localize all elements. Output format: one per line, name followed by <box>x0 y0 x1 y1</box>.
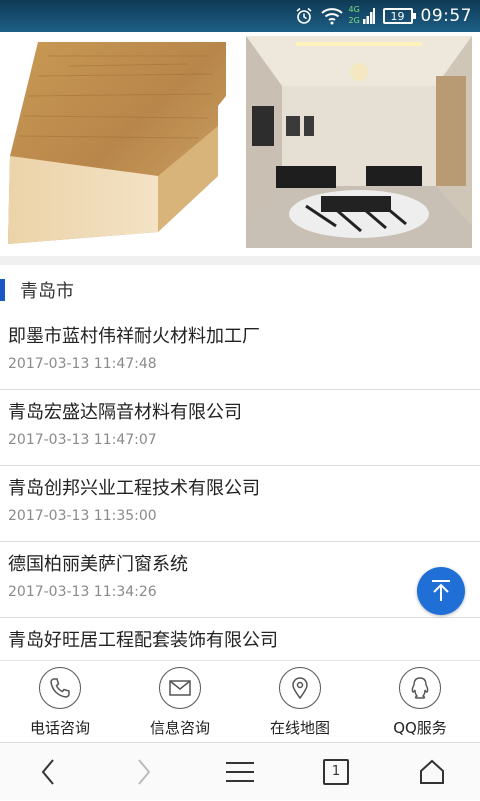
item-date: 2017-03-13 11:47:48 <box>8 356 157 372</box>
qq-service-label: QQ服务 <box>393 719 447 737</box>
message-consult-button[interactable]: 信息咨询 <box>120 661 240 742</box>
mail-icon <box>159 667 201 709</box>
back-icon <box>41 758 54 785</box>
qq-service-button[interactable]: QQ服务 <box>360 661 480 742</box>
tabs-icon: 1 <box>323 758 349 785</box>
wifi-icon <box>320 7 343 25</box>
status-bar: 4G 2G 19 09:57 <box>0 0 480 32</box>
online-map-button[interactable]: 在线地图 <box>240 661 360 742</box>
list-item[interactable]: 德国柏丽美萨门窗系统 2017-03-13 11:34:26 <box>0 542 480 618</box>
banner <box>0 32 480 256</box>
wood-molding-image[interactable] <box>8 36 236 248</box>
online-map-label: 在线地图 <box>269 719 330 737</box>
item-title[interactable]: 青岛好旺居工程配套装饰有限公司 <box>8 626 278 652</box>
back-to-top-button[interactable] <box>417 567 465 615</box>
back-button[interactable] <box>0 743 96 801</box>
living-room-image[interactable] <box>246 36 472 248</box>
item-title[interactable]: 青岛宏盛达隔音材料有限公司 <box>8 398 242 424</box>
item-date: 2017-03-13 11:47:07 <box>8 432 157 448</box>
menu-icon <box>226 761 254 782</box>
item-title[interactable]: 德国柏丽美萨门窗系统 <box>8 550 188 576</box>
network-label: 4G <box>348 5 360 14</box>
home-icon <box>420 759 444 784</box>
section-title: 青岛市 <box>20 281 74 302</box>
section-header: 青岛市 <box>0 266 480 314</box>
bottom-toolbar: 电话咨询 信息咨询 在线地图 QQ服务 <box>0 660 480 742</box>
phone-icon <box>39 667 81 709</box>
alarm-icon <box>295 7 313 25</box>
item-title[interactable]: 青岛创邦兴业工程技术有限公司 <box>8 474 260 500</box>
signal-icon: 4G 2G <box>348 5 375 25</box>
item-date: 2017-03-13 11:34:26 <box>8 584 157 600</box>
battery-icon: 19 <box>382 8 416 24</box>
browser-nav-bar: 1 <box>0 742 480 800</box>
list-item[interactable]: 青岛创邦兴业工程技术有限公司 2017-03-13 11:35:00 <box>0 466 480 542</box>
item-title[interactable]: 即墨市蓝村伟祥耐火材料加工厂 <box>8 322 260 348</box>
message-consult-label: 信息咨询 <box>149 719 210 737</box>
forward-button[interactable] <box>96 743 192 801</box>
menu-button[interactable] <box>192 743 288 801</box>
item-date: 2017-03-13 11:35:00 <box>8 508 157 524</box>
status-icons: 4G 2G 19 09:57 <box>295 0 473 32</box>
home-button[interactable] <box>384 743 480 801</box>
divider <box>0 256 480 265</box>
battery-level: 19 <box>390 9 405 23</box>
phone-consult-label: 电话咨询 <box>29 719 90 737</box>
status-time: 09:57 <box>420 6 472 26</box>
tabs-button[interactable]: 1 <box>288 743 384 801</box>
list-item[interactable]: 即墨市蓝村伟祥耐火材料加工厂 2017-03-13 11:47:48 <box>0 314 480 390</box>
forward-icon <box>138 758 151 785</box>
company-list: 即墨市蓝村伟祥耐火材料加工厂 2017-03-13 11:47:48 青岛宏盛达… <box>0 314 480 694</box>
phone-consult-button[interactable]: 电话咨询 <box>0 661 120 742</box>
map-pin-icon <box>279 667 321 709</box>
list-item[interactable]: 青岛宏盛达隔音材料有限公司 2017-03-13 11:47:07 <box>0 390 480 466</box>
qq-icon <box>399 667 441 709</box>
arrow-up-icon <box>432 580 450 601</box>
network2-label: 2G <box>348 16 360 25</box>
section-marker <box>0 279 5 301</box>
